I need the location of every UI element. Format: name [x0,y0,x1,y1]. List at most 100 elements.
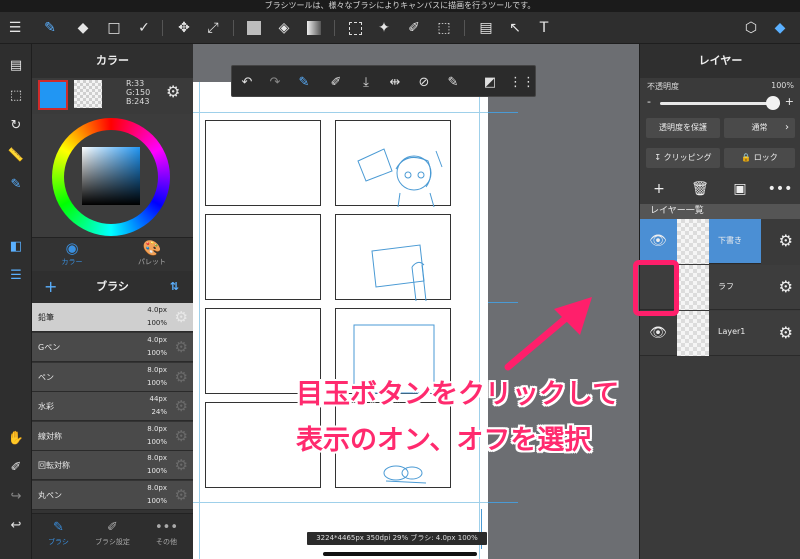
protect-alpha-button[interactable]: 透明度を保護 [646,118,720,138]
select-pen-icon[interactable]: ✐ [404,18,424,38]
undo-icon[interactable]: ↶ [237,72,257,92]
lock-button[interactable]: 🔒 ロック [724,148,795,168]
tab-brush-settings-label: ブラシ設定 [95,538,130,546]
opacity-minus-button[interactable]: - [647,95,651,108]
comic-frame[interactable] [335,214,451,302]
brush-row[interactable]: 線対称 8.0px 100% ⚙ [32,422,193,451]
eye-icon[interactable]: 👁 [647,231,669,251]
operation-tool-icon[interactable]: ↖ [505,18,525,38]
add-layer-icon[interactable]: + [648,178,670,200]
comic-frame[interactable] [205,214,321,300]
layer-row[interactable]: 👁 Layer1 ⚙ [640,311,800,356]
brush-row[interactable]: 水彩 44px 24% ⚙ [32,392,193,421]
rotate-icon[interactable]: ↻ [6,115,26,135]
blend-mode-button[interactable]: 通常 › [724,118,795,138]
clear-icon[interactable]: ✎ [443,72,463,92]
more-icon[interactable]: ••• [768,178,793,200]
transform-tool-icon[interactable]: ⤢ [203,18,223,38]
sparkle-tool-icon[interactable]: ✓ [134,18,154,38]
page-icon[interactable]: ▤ [6,55,26,75]
brush-row[interactable]: 鉛筆 4.0px 100% ⚙ [32,303,193,332]
layer-settings-gear-icon[interactable]: ⚙ [779,323,793,342]
sort-icon[interactable]: ⇅ [170,271,179,303]
settings-square-icon[interactable]: ◩ [480,72,500,92]
bucket-tool-icon[interactable]: ◈ [274,18,294,38]
tab-color[interactable]: ◉ カラー [32,238,112,272]
tab-palette[interactable]: 🎨 パレット [112,238,192,272]
select-eraser-icon[interactable]: ⬚ [434,18,454,38]
snap-icon[interactable]: ✎ [294,72,314,92]
brush-settings-gear-icon[interactable]: ⚙ [175,308,188,326]
grip-icon[interactable]: ⋮⋮ [509,72,535,92]
clipping-label: クリッピング [663,153,712,162]
tab-brush-settings[interactable]: ✐ ブラシ設定 [86,514,139,559]
eye-icon[interactable]: 👁 [647,323,669,343]
brush-row[interactable]: ペン 8.0px 100% ⚙ [32,363,193,392]
image-import-icon[interactable]: ▣ [729,178,751,200]
brush-list-icon[interactable]: ☰ [6,265,26,285]
tab-brush[interactable]: ✎ ブラシ [32,514,85,559]
clipping-button[interactable]: ↧ クリッピング [646,148,720,168]
add-brush-icon[interactable]: + [44,271,57,303]
brush-row[interactable]: 丸ペン 8.0px 100% ⚙ [32,481,193,510]
frame-divide-icon[interactable]: ▤ [476,18,496,38]
brush-settings-gear-icon[interactable]: ⚙ [175,486,188,504]
tab-other[interactable]: ••• その他 [140,514,193,559]
annotation-line-2: 表示のオン、オフを選択 [296,425,592,456]
comic-frame[interactable] [335,120,451,208]
eraser-tool-icon[interactable]: ◆ [73,18,93,38]
brush-row[interactable]: 回転対称 8.0px 100% ⚙ [32,451,193,480]
layer-settings-gear-icon[interactable]: ⚙ [779,277,793,296]
eyedropper-icon[interactable]: ✐ [326,72,346,92]
opacity-plus-button[interactable]: + [785,95,794,108]
move-tool-icon[interactable]: ✥ [174,18,194,38]
home-indicator[interactable] [323,552,477,556]
redo-icon[interactable]: ↪ [6,486,26,506]
crop-mark [488,502,518,503]
brush-settings-gear-icon[interactable]: ⚙ [175,456,188,474]
layer-settings-gear-icon[interactable]: ⚙ [779,231,793,250]
comic-frame[interactable] [205,120,321,206]
brush-settings-gear-icon[interactable]: ⚙ [175,338,188,356]
brush-row[interactable]: Gペン 4.0px 100% ⚙ [32,333,193,362]
hand-icon[interactable]: ✋ [6,428,26,448]
brush-settings-gear-icon[interactable]: ⚙ [175,397,188,415]
snap-brush-icon[interactable]: ✎ [6,174,26,194]
eyedropper-icon[interactable]: ✐ [6,457,26,477]
rectangle-tool-icon[interactable]: □ [104,18,124,38]
fill-color-icon[interactable] [244,18,264,38]
menu-icon[interactable]: ☰ [5,18,25,38]
import-icon[interactable]: ⤓ [356,72,376,92]
brush-settings-gear-icon[interactable]: ⚙ [175,427,188,445]
color-panel-icon[interactable]: ◧ [6,236,26,256]
rotate-off-icon[interactable]: ⊘ [414,72,434,92]
lock-label: ロック [753,153,778,162]
material-icon[interactable]: ⬡ [741,18,761,38]
saturation-value-square[interactable] [82,147,140,205]
ruler-icon[interactable]: 📏 [6,145,26,165]
sub-color-swatch[interactable] [74,80,102,108]
layer-icon[interactable]: ◆ [770,18,790,38]
flip-icon[interactable]: ⇹ [385,72,405,92]
brush-settings-gear-icon[interactable]: ⚙ [175,368,188,386]
sketch-tablet-hand [371,244,427,302]
color-settings-gear-icon[interactable]: ⚙ [166,82,180,101]
rgb-g: G:150 [126,88,151,97]
magic-wand-icon[interactable]: ✦ [374,18,394,38]
undo-icon[interactable]: ↩ [6,515,26,535]
hue-wheel[interactable] [52,118,170,236]
redo-icon[interactable]: ↷ [265,72,285,92]
layer-row[interactable]: 👁 下書き ⚙ [640,219,800,264]
trash-icon[interactable]: 🗑 [689,178,711,200]
select-tool-icon[interactable] [345,18,365,38]
selection-icon[interactable]: ⬚ [6,85,26,105]
brush-tool-icon[interactable]: ✎ [40,18,60,38]
opacity-slider[interactable] [660,102,780,105]
opacity-slider-knob[interactable] [766,96,780,110]
main-color-swatch[interactable] [38,80,68,110]
sketch-girl-with-tablet [357,148,443,208]
gradient-tool-icon[interactable] [304,18,324,38]
rgb-b: B:243 [126,97,150,106]
manga-page[interactable] [193,82,488,559]
text-tool-icon[interactable]: T [534,18,554,38]
